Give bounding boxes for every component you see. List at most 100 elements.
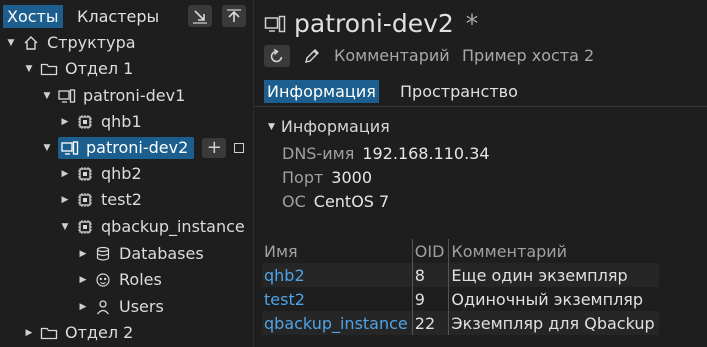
tree-node-roles[interactable]: ▶ Roles [78,268,164,292]
refresh-icon [270,48,283,63]
expanded-arrow-icon[interactable]: ▼ [24,57,34,81]
comment-label: Комментарий [334,46,450,65]
edit-comment-button[interactable] [302,46,322,66]
collapsed-arrow-icon[interactable]: ▶ [78,295,88,319]
tree-label: Roles [119,270,162,289]
info-row-port: Порт 3000 [282,168,372,187]
tree-label: Отдел 2 [65,323,134,342]
column-header-oid[interactable]: OID [411,239,450,263]
selected-highlight[interactable]: patroni-dev2 [58,137,195,159]
tree-node-host2[interactable]: ▼ patroni-dev2 + [42,136,245,160]
section-header[interactable]: ▼ Информация [268,117,390,136]
page-title: patroni-dev2 * [264,9,478,38]
tree-node-dept2[interactable]: ▶ Отдел 2 [24,321,135,345]
table-row[interactable]: test2 9 Одиночный экземпляр [262,287,659,311]
tree-node-dept1[interactable]: ▼ Отдел 1 [24,57,135,81]
expanded-arrow-icon[interactable]: ▼ [42,136,52,160]
instance-icon [76,113,94,131]
tree-node-qhb2[interactable]: ▶ qhb2 [60,162,144,186]
info-key: ОС [282,192,306,211]
instance-icon [76,165,94,183]
tree-node-structure[interactable]: ▼ Структура [6,31,138,55]
table-row[interactable]: qhb2 8 Еще один экземпляр [262,263,659,287]
instance-link[interactable]: test2 [262,287,412,311]
tree-label: patroni-dev2 [86,138,189,157]
comment-value[interactable]: Пример хоста 2 [462,46,594,65]
instance-link[interactable]: qhb2 [262,263,413,287]
tab-information[interactable]: Информация [264,80,379,103]
tree-label: patroni-dev1 [83,86,186,105]
arrow-up-icon [227,9,241,22]
info-key: DNS-имя [282,144,355,163]
oid-cell: 9 [411,287,450,311]
user-icon [94,298,112,316]
oid-cell: 8 [411,263,450,287]
collapse-all-button[interactable] [188,5,212,27]
pencil-icon [305,49,319,63]
info-value: 192.168.110.34 [362,144,490,163]
info-value: 3000 [331,168,373,187]
tab-space[interactable]: Пространство [397,80,521,103]
roles-icon [94,271,112,289]
collapsed-arrow-icon[interactable]: ▶ [60,188,70,212]
tab-separator [254,106,707,107]
expand-up-button[interactable] [222,5,246,27]
section-title: Информация [280,117,390,136]
column-header-comment[interactable]: Комментарий [449,239,659,263]
tree-label: qhb2 [101,164,142,183]
tree-node-qbackup-instance[interactable]: ▼ qbackup_instance [60,215,247,239]
collapsed-arrow-icon[interactable]: ▶ [78,242,88,266]
tab-hosts[interactable]: Хосты [3,5,63,28]
column-header-name[interactable]: Имя [262,239,412,263]
tree-label: test2 [101,190,142,209]
instances-table: Имя OID Комментарий qhb2 8 Еще один экзе… [262,239,659,335]
folder-icon [40,60,58,78]
instance-icon [76,191,94,209]
expanded-arrow-icon[interactable]: ▼ [6,31,16,55]
tree-label: Отдел 1 [65,59,134,78]
tree-label: Структура [47,33,136,52]
tree-label: qbackup_instance [101,217,245,236]
title-text: patroni-dev2 [294,9,454,38]
instance-link[interactable]: qbackup_instance [262,311,413,335]
tab-clusters[interactable]: Кластеры [73,5,163,28]
collapsed-arrow-icon[interactable]: ▶ [24,321,34,345]
expanded-arrow-icon[interactable]: ▼ [268,122,275,132]
tree-label: Databases [119,244,204,263]
tree-node-host1[interactable]: ▼ patroni-dev1 [42,84,187,108]
checkbox-icon[interactable] [234,143,245,153]
info-key: Порт [282,168,324,187]
unsaved-star-icon: * [465,9,479,38]
instance-icon [76,218,94,236]
tree-node-users[interactable]: ▶ Users [78,295,166,319]
table-header-row: Имя OID Комментарий [262,239,659,263]
host-icon [58,87,76,105]
add-button[interactable]: + [202,138,227,158]
collapsed-arrow-icon[interactable]: ▶ [60,162,70,186]
home-icon [22,34,40,52]
info-row-os: ОС CentOS 7 [282,192,389,211]
collapsed-arrow-icon[interactable]: ▶ [60,110,70,134]
info-row-dns: DNS-имя 192.168.110.34 [282,144,490,163]
comment-cell: Одиночный экземпляр [451,289,644,309]
table-row[interactable]: qbackup_instance 22 Экземпляр для Qbacku… [262,311,659,335]
tree-node-qhb1[interactable]: ▶ qhb1 [60,110,144,134]
comment-cell: Экземпляр для Qbackup [448,311,659,335]
expanded-arrow-icon[interactable]: ▼ [42,84,52,108]
right-panel: patroni-dev2 * Комментарий Пример хоста … [254,0,707,347]
tree-node-test2[interactable]: ▶ test2 [60,188,144,212]
left-panel: Хосты Кластеры ▼ Структура ▼ Отдел 1 ▼ p… [0,0,253,347]
arrow-down-right-icon [193,10,207,24]
tree-label: qhb1 [101,112,142,131]
collapsed-arrow-icon[interactable]: ▶ [78,268,88,292]
host-icon [264,14,286,34]
tree-label: Users [119,297,164,316]
host-icon [61,139,79,157]
database-icon [94,245,112,263]
oid-cell: 22 [411,311,450,335]
folder-icon [40,324,58,342]
expanded-arrow-icon[interactable]: ▼ [60,215,70,239]
tree-node-databases[interactable]: ▶ Databases [78,242,206,266]
comment-cell: Еще один экземпляр [448,263,659,287]
refresh-button[interactable] [264,45,290,67]
